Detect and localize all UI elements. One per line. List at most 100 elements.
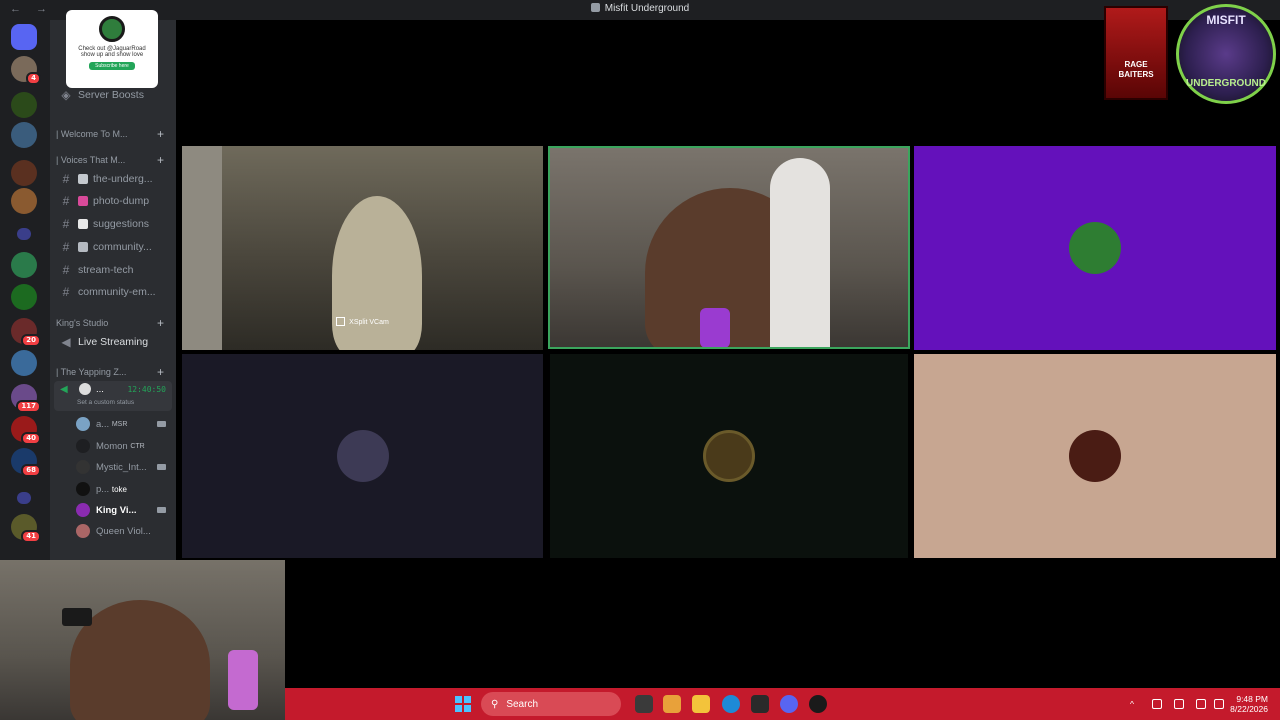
server-icon-13[interactable]: 41 bbox=[11, 514, 41, 543]
add-channel-icon[interactable]: + bbox=[157, 316, 164, 330]
channel-label: community-em... bbox=[78, 286, 156, 298]
network-icon[interactable] bbox=[1152, 699, 1162, 709]
emoji-icon bbox=[78, 219, 88, 229]
participant-video bbox=[332, 196, 422, 350]
task-view-icon[interactable] bbox=[635, 695, 653, 713]
user-tag: toke bbox=[111, 484, 127, 494]
self-voice-user[interactable]: ◀ ... 12:40:50 Set a custom status bbox=[54, 381, 172, 411]
channel-item[interactable]: # stream-tech bbox=[50, 260, 176, 280]
edge-icon[interactable] bbox=[722, 695, 740, 713]
category-label: | The Yapping Z... bbox=[56, 367, 127, 377]
voice-username: King Vi... bbox=[96, 504, 137, 516]
microphone bbox=[700, 308, 730, 347]
voice-user[interactable]: King Vi... bbox=[76, 500, 172, 520]
voice-username: p... bbox=[96, 483, 110, 495]
emoji-icon bbox=[78, 196, 88, 206]
clock-time: 9:48 PM bbox=[1236, 694, 1268, 704]
server-icon-11[interactable]: 40 bbox=[11, 416, 41, 445]
server-icon-5[interactable] bbox=[11, 188, 37, 214]
channel-label: community... bbox=[93, 241, 152, 253]
discord-icon[interactable] bbox=[780, 695, 798, 713]
display-icon[interactable] bbox=[1196, 699, 1206, 709]
server-icon-4[interactable] bbox=[11, 160, 37, 186]
misfit-logo-top: MISFIT bbox=[1206, 13, 1246, 27]
add-channel-icon[interactable]: + bbox=[157, 153, 164, 167]
server-icon-1[interactable]: 4 bbox=[11, 56, 41, 85]
server-icon-6[interactable] bbox=[11, 252, 37, 278]
server-icon-2[interactable] bbox=[11, 92, 37, 118]
avatar bbox=[76, 417, 90, 431]
category-welcome[interactable]: | Welcome To M... + bbox=[56, 126, 174, 142]
monitor bbox=[62, 608, 92, 626]
voice-user[interactable]: a... MSR bbox=[76, 414, 172, 434]
mic-icon[interactable] bbox=[1174, 699, 1184, 709]
channel-item[interactable]: # community-em... bbox=[50, 282, 176, 302]
server-icon-3[interactable] bbox=[11, 122, 37, 148]
promo-card[interactable]: Check out @JaguarRoad show up and show l… bbox=[66, 10, 158, 88]
add-channel-icon[interactable]: + bbox=[157, 365, 164, 379]
obs-icon[interactable] bbox=[809, 695, 827, 713]
vcam-label-text: XSplit VCam bbox=[349, 319, 389, 326]
custom-status[interactable]: Set a custom status bbox=[77, 399, 134, 406]
hash-icon: # bbox=[62, 194, 70, 208]
server-icon-7[interactable] bbox=[11, 284, 37, 310]
hash-icon: # bbox=[62, 172, 70, 186]
streamer-webcam bbox=[0, 560, 285, 720]
voice-user[interactable]: Momon CTR bbox=[76, 436, 172, 456]
notification-badge: 117 bbox=[16, 400, 41, 413]
video-tile-5[interactable] bbox=[550, 354, 908, 558]
category-kings-studio[interactable]: King's Studio + bbox=[56, 315, 174, 331]
video-tile-4[interactable] bbox=[182, 354, 543, 558]
windows-start-icon[interactable] bbox=[455, 696, 471, 712]
channel-item[interactable]: # the-underg... bbox=[50, 169, 176, 189]
voice-user[interactable]: p... toke bbox=[76, 479, 172, 499]
voice-user[interactable]: Queen Viol... bbox=[76, 521, 172, 541]
channel-label: suggestions bbox=[93, 218, 150, 230]
store-icon[interactable] bbox=[751, 695, 769, 713]
title-bar: ← → Misfit Underground bbox=[0, 0, 1280, 20]
server-boosts-item[interactable]: ◈ Server Boosts bbox=[50, 85, 176, 105]
avatar bbox=[76, 439, 90, 453]
folder-icon[interactable] bbox=[17, 492, 31, 504]
voice-username: Queen Viol... bbox=[96, 525, 151, 537]
avatar bbox=[76, 482, 90, 496]
channel-label: stream-tech bbox=[78, 264, 134, 276]
clock[interactable]: 9:48 PM 8/22/2026 bbox=[1230, 694, 1268, 714]
video-tile-3[interactable] bbox=[914, 146, 1276, 350]
discord-home-icon[interactable] bbox=[11, 24, 37, 50]
server-icon-9[interactable] bbox=[11, 350, 37, 376]
video-tile-2-speaking[interactable] bbox=[548, 146, 910, 349]
participant-avatar bbox=[1069, 222, 1121, 274]
video-tile-1[interactable]: XSplit VCam bbox=[182, 146, 543, 350]
microphone bbox=[228, 650, 258, 710]
channel-item[interactable]: # photo-dump bbox=[50, 191, 176, 211]
channel-live-streaming[interactable]: ◀ Live Streaming bbox=[50, 332, 176, 352]
channel-item[interactable]: # suggestions bbox=[50, 214, 176, 234]
copilot-icon[interactable] bbox=[663, 695, 681, 713]
video-tile-6[interactable] bbox=[914, 354, 1276, 558]
voice-timer: 12:40:50 bbox=[127, 385, 166, 394]
notification-badge: 20 bbox=[21, 334, 41, 347]
chair bbox=[770, 158, 830, 347]
vcam-icon bbox=[336, 317, 346, 326]
window-title: Misfit Underground bbox=[0, 3, 1280, 14]
promo-button[interactable]: Subscribe here bbox=[89, 62, 135, 70]
server-boosts-label: Server Boosts bbox=[78, 89, 144, 101]
hash-icon: # bbox=[62, 240, 70, 254]
chevron-up-icon[interactable]: ^ bbox=[1130, 699, 1140, 709]
server-icon-10[interactable]: 117 bbox=[11, 384, 41, 413]
skull-avatar bbox=[79, 383, 91, 395]
server-icon-12[interactable]: 68 bbox=[11, 448, 41, 477]
emoji-icon bbox=[78, 242, 88, 252]
category-yapping[interactable]: | The Yapping Z... + bbox=[56, 364, 174, 380]
speaker-icon[interactable] bbox=[1214, 699, 1224, 709]
add-channel-icon[interactable]: + bbox=[157, 127, 164, 141]
hash-icon: # bbox=[62, 217, 70, 231]
server-icon-8[interactable]: 20 bbox=[11, 318, 41, 347]
channel-item[interactable]: # community... bbox=[50, 237, 176, 257]
category-voices[interactable]: | Voices That M... + bbox=[56, 152, 174, 168]
taskbar-search[interactable]: ⚲ Search bbox=[481, 692, 621, 716]
voice-user[interactable]: Mystic_Int... bbox=[76, 457, 172, 477]
file-explorer-icon[interactable] bbox=[692, 695, 710, 713]
folder-icon[interactable] bbox=[17, 228, 31, 240]
